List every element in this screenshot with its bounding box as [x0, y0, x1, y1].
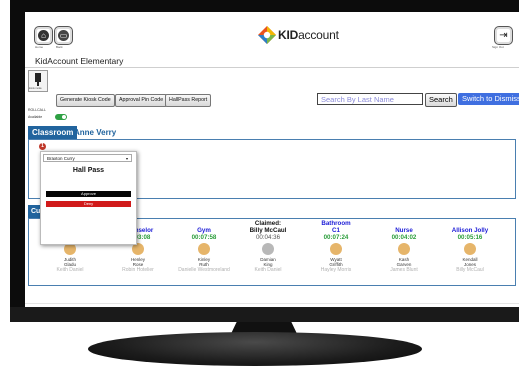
logo-kid-text: KID — [278, 28, 299, 42]
approval-pin-code-button[interactable]: Approval Pin Code — [115, 94, 168, 107]
assigned-teacher: Keith Daniel — [254, 267, 282, 273]
pass-location-subtitle: C1 — [332, 227, 340, 234]
rollcall-label: ROLLCALL — [28, 108, 46, 112]
back-label: Back — [56, 45, 63, 49]
pass-column[interactable]: Allison Jolly 00:05:16 Kendall Jones Billy M… — [432, 227, 508, 274]
pass-location-title: Claimed: — [254, 220, 282, 227]
footer-divider — [25, 303, 519, 304]
switch-to-dismissal-view-button[interactable]: Switch to Dismissal View — [458, 93, 519, 105]
header-divider — [25, 67, 519, 68]
assigned-teacher: Billy McCaul — [456, 267, 484, 273]
student-select[interactable]: Braxton Curry ▾ — [43, 154, 132, 162]
home-button[interactable]: ⌂ — [34, 26, 53, 45]
deny-button[interactable]: Deny — [46, 201, 131, 207]
teacher-name: Anne Verry — [74, 128, 117, 137]
assigned-teacher: Robin Hotelier — [122, 267, 154, 273]
student-avatar-icon — [464, 243, 476, 255]
student-avatar-icon — [398, 243, 410, 255]
monitor-stand — [88, 332, 422, 366]
generate-kiosk-code-button[interactable]: Generate Kiosk Code — [56, 94, 115, 107]
assigned-teacher: James Blunt — [390, 267, 418, 273]
dialog-title: Hall Pass — [72, 167, 105, 174]
pass-timer: 00:07:24 — [323, 234, 349, 241]
kiosk-caption: kiosk mode — [29, 87, 42, 90]
pass-column[interactable]: Bathroom C1 00:07:24 Wyatt Griffith Hayley Mo… — [298, 220, 374, 274]
pass-location-title: Allison Jolly — [451, 227, 489, 234]
chevron-down-icon: ▾ — [125, 156, 128, 161]
approve-button[interactable]: Approve — [46, 191, 131, 197]
home-label: Home — [35, 45, 44, 49]
pass-location-title: Bathroom — [321, 220, 351, 227]
sign-out-label: Sign Out — [492, 45, 504, 49]
kiosk-mode-button[interactable]: kiosk mode — [28, 70, 48, 92]
pass-column[interactable]: Claimed: Billy McCaul 00:04:36 Damian King Ke… — [230, 220, 306, 274]
search-input[interactable]: Search By Last Name — [317, 93, 423, 105]
pass-column[interactable]: Nurse 00:04:02 Kash Garven James Blunt — [366, 227, 442, 274]
hallpass-report-button[interactable]: HallPass Report — [165, 94, 212, 107]
student-avatar-icon — [198, 243, 210, 255]
app-screen: ⌂ Home ▭ Back KIDaccount ⇥ Sign Out KidA… — [25, 12, 519, 307]
pass-timer: 00:05:16 — [457, 234, 483, 241]
monitor-bezel — [10, 307, 519, 322]
available-label: Available — [28, 115, 43, 119]
assigned-teacher: Keith Daniel — [56, 267, 84, 273]
hall-pass-dialog: Braxton Curry ▾ Hall Pass Approve Deny — [40, 151, 137, 245]
search-button[interactable]: Search — [425, 93, 457, 107]
back-button[interactable]: ▭ — [54, 26, 73, 45]
student-avatar-icon — [262, 243, 274, 255]
kidaccount-logo: KIDaccount — [257, 24, 347, 48]
logo-account-text: account — [298, 28, 339, 42]
assigned-teacher: Hayley Morris — [320, 267, 352, 273]
pass-timer: 00:04:36 — [255, 234, 281, 241]
student-select-value: Braxton Curry — [47, 156, 75, 161]
student-avatar-icon — [330, 243, 342, 255]
sign-out-button[interactable]: ⇥ — [494, 26, 513, 45]
pass-location-title: Nurse — [395, 227, 413, 234]
available-toggle[interactable] — [55, 114, 67, 120]
tab-classroom[interactable]: Classroom — [28, 126, 78, 139]
sign-out-icon: ⇥ — [499, 30, 508, 41]
pending-request-badge[interactable]: 1 — [39, 143, 46, 150]
logo-icon — [258, 26, 276, 44]
pass-timer: 00:04:02 — [391, 234, 417, 241]
pass-location-subtitle: Billy McCaul — [249, 227, 287, 234]
kiosk-icon — [35, 73, 41, 86]
school-name: KidAccount Elementary — [35, 56, 124, 66]
